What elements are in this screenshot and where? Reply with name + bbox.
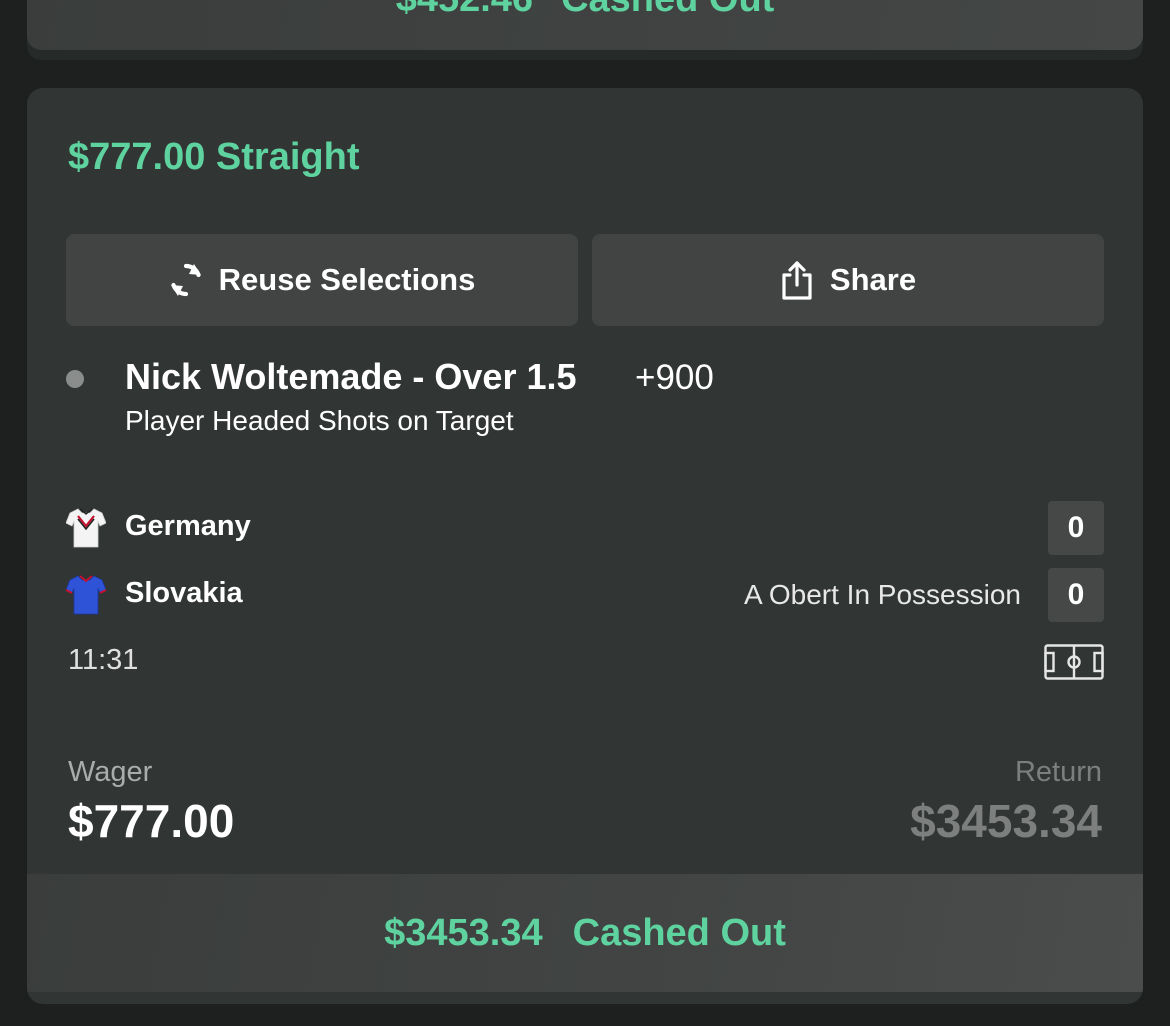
home-team-score: 0 (1048, 501, 1104, 555)
selection-odds: +900 (635, 358, 714, 397)
selection-market: Player Headed Shots on Target (125, 405, 514, 436)
reuse-selections-button[interactable]: Reuse Selections (66, 234, 578, 326)
slovakia-jersey-icon (66, 575, 106, 615)
refresh-icon (169, 260, 203, 300)
team-row-home: Germany 0 (66, 501, 1104, 555)
bet-title: $777.00 Straight (68, 136, 360, 178)
previous-bet-amount: $452.46 (396, 0, 533, 20)
return-label: Return (1014, 756, 1102, 788)
cashout-status: Cashed Out (572, 911, 786, 954)
share-icon (780, 260, 814, 300)
share-button[interactable]: Share (592, 234, 1104, 326)
selection-status-dot (66, 370, 84, 388)
reuse-selections-label: Reuse Selections (218, 262, 476, 297)
away-team-score: 0 (1048, 568, 1104, 622)
bet-card: $777.00 Straight Reuse Selections Share … (27, 88, 1143, 1004)
cashout-status-bar: $3453.34 Cashed Out (27, 874, 1143, 992)
cashout-amount: $3453.34 (384, 911, 543, 954)
possession-status: A Obert In Possession (743, 579, 1021, 610)
return-value: $3453.34 (910, 795, 1102, 847)
away-team-name: Slovakia (125, 577, 243, 609)
team-row-away: Slovakia A Obert In Possession 0 (66, 568, 1104, 622)
wager-label: Wager (68, 756, 153, 788)
share-label: Share (829, 262, 917, 297)
selection-title: Nick Woltemade - Over 1.5 (125, 356, 577, 397)
germany-jersey-icon (66, 508, 106, 548)
previous-bet-cashout: $452.46 Cashed Out (27, 0, 1143, 21)
home-team-name: Germany (125, 510, 251, 542)
match-clock: 11:31 (68, 644, 139, 676)
pitch-icon[interactable] (1044, 644, 1104, 680)
previous-bet-footer: $452.46 Cashed Out (27, 0, 1143, 50)
previous-bet-status: Cashed Out (561, 0, 774, 20)
wager-value: $777.00 (68, 795, 235, 847)
previous-bet-card: $452.46 Cashed Out (27, 0, 1143, 60)
